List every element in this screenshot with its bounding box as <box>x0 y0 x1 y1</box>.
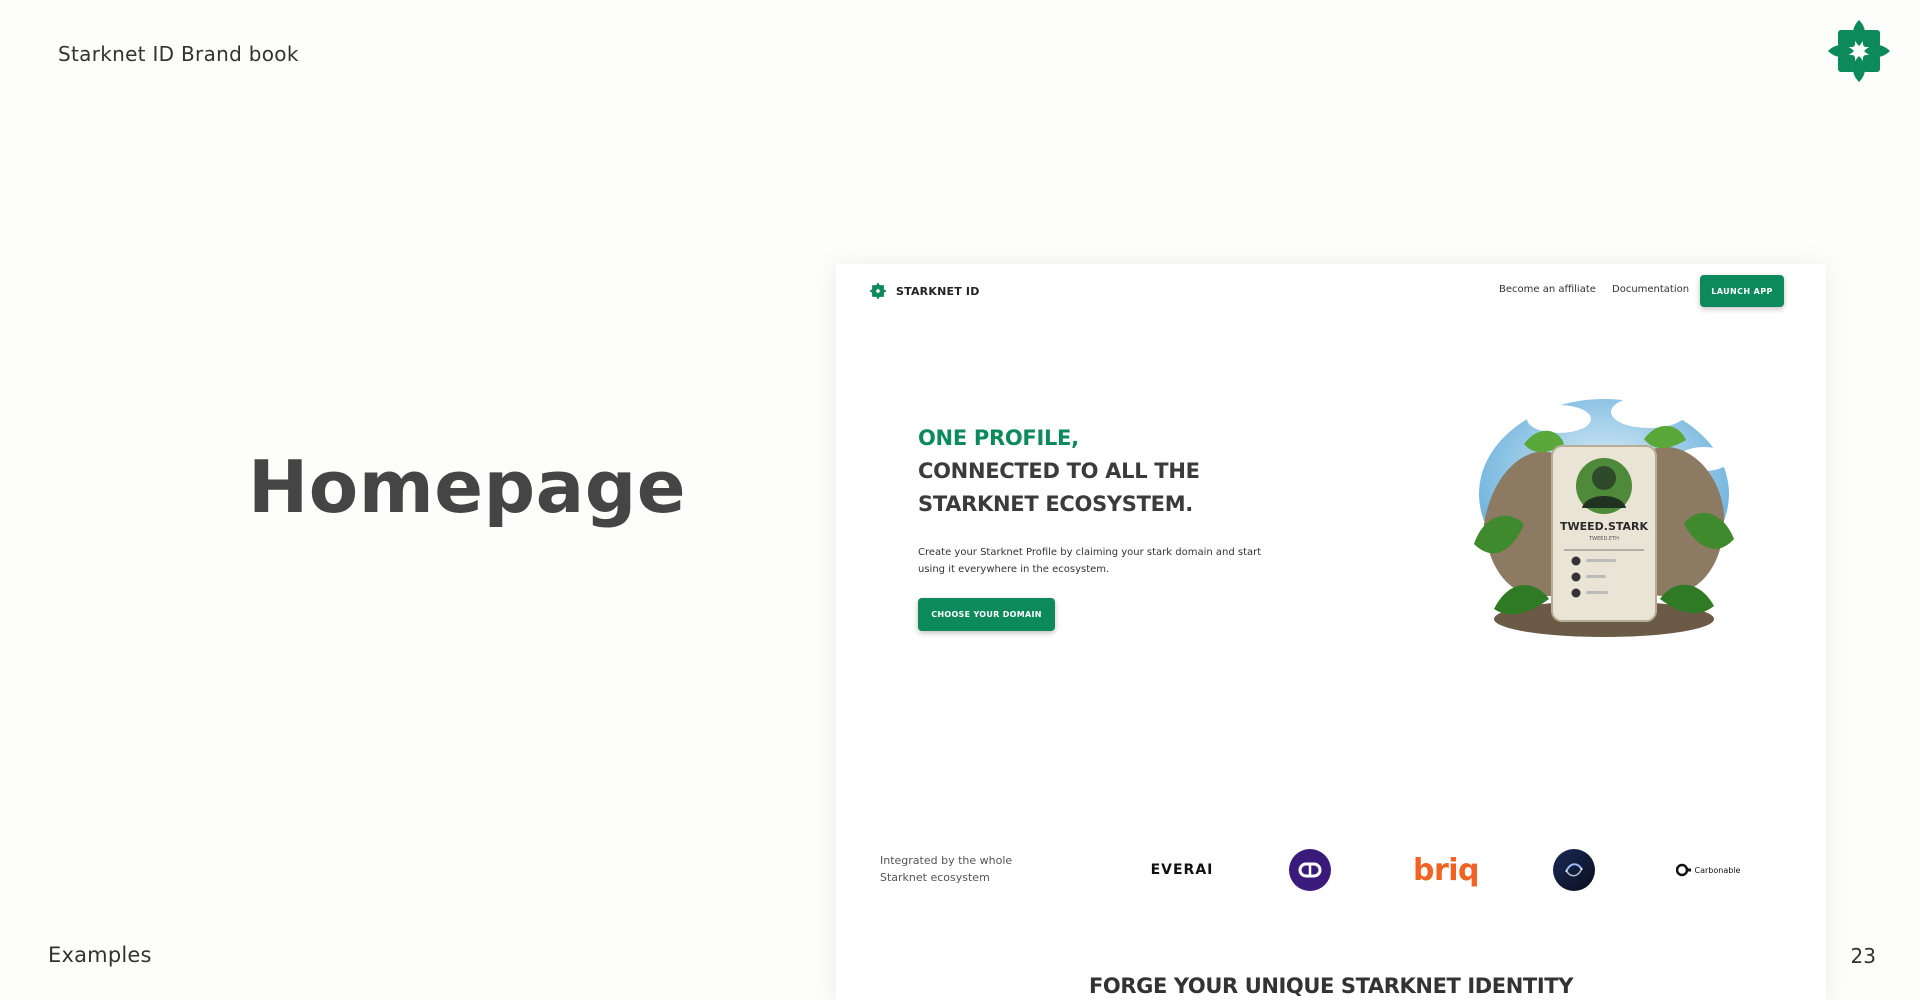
profile-card-illustration: TWEED.STARK TWEED.ETH <box>1474 396 1734 637</box>
page-number: 23 <box>1850 944 1876 968</box>
nav-link-affiliate[interactable]: Become an affiliate <box>1499 284 1596 295</box>
starknet-id-mark-icon <box>869 282 887 300</box>
choose-domain-button[interactable]: CHOOSE YOUR DOMAIN <box>918 598 1055 631</box>
footer-label: Examples <box>48 943 152 967</box>
hero-description: Create your Starknet Profile by claiming… <box>918 547 1262 575</box>
hero-title-line-1: ONE PROFILE, <box>918 426 1079 450</box>
integrations-label: Integrated by the whole Starknet ecosyst… <box>880 854 1013 884</box>
ring-logo-icon <box>1289 849 1331 891</box>
partner-briq-logo: briq <box>1412 852 1480 888</box>
mockup-navbar: STARKNET ID Become an affiliate Document… <box>836 264 1826 324</box>
homepage-mockup: STARKNET ID Become an affiliate Document… <box>836 264 1826 1000</box>
section-heading: Homepage <box>248 445 687 529</box>
partner-everai-logo: EVERAI <box>1150 862 1214 878</box>
hero-title: ONE PROFILE, CONNECTED TO ALL THE STARKN… <box>918 422 1200 521</box>
nav-link-documentation[interactable]: Documentation <box>1612 284 1689 295</box>
launch-app-button[interactable]: LAUNCH APP <box>1700 275 1784 307</box>
mockup-logo-text: STARKNET ID <box>896 284 980 298</box>
starknet-id-logo-icon <box>1828 20 1890 82</box>
forge-heading: FORGE YOUR UNIQUE STARKNET IDENTITY <box>1088 974 1573 998</box>
hero-title-line-3: STARKNET ECOSYSTEM. <box>918 492 1193 516</box>
card-subname: TWEED.ETH <box>1588 536 1619 542</box>
partner-myswap-logo <box>1552 848 1596 892</box>
carbonable-text: Carbonable <box>1694 865 1741 875</box>
carbonable-mark-icon <box>1675 863 1691 877</box>
myswap-logo-icon <box>1553 849 1595 891</box>
partner-ring-logo <box>1288 848 1332 892</box>
brand-title: Starknet ID Brand book <box>58 42 299 66</box>
card-name: TWEED.STARK <box>1560 520 1649 533</box>
partner-carbonable-logo: Carbonable <box>1668 848 1748 892</box>
mockup-logo[interactable]: STARKNET ID <box>869 282 980 300</box>
hero-title-line-2: CONNECTED TO ALL THE <box>918 459 1200 483</box>
